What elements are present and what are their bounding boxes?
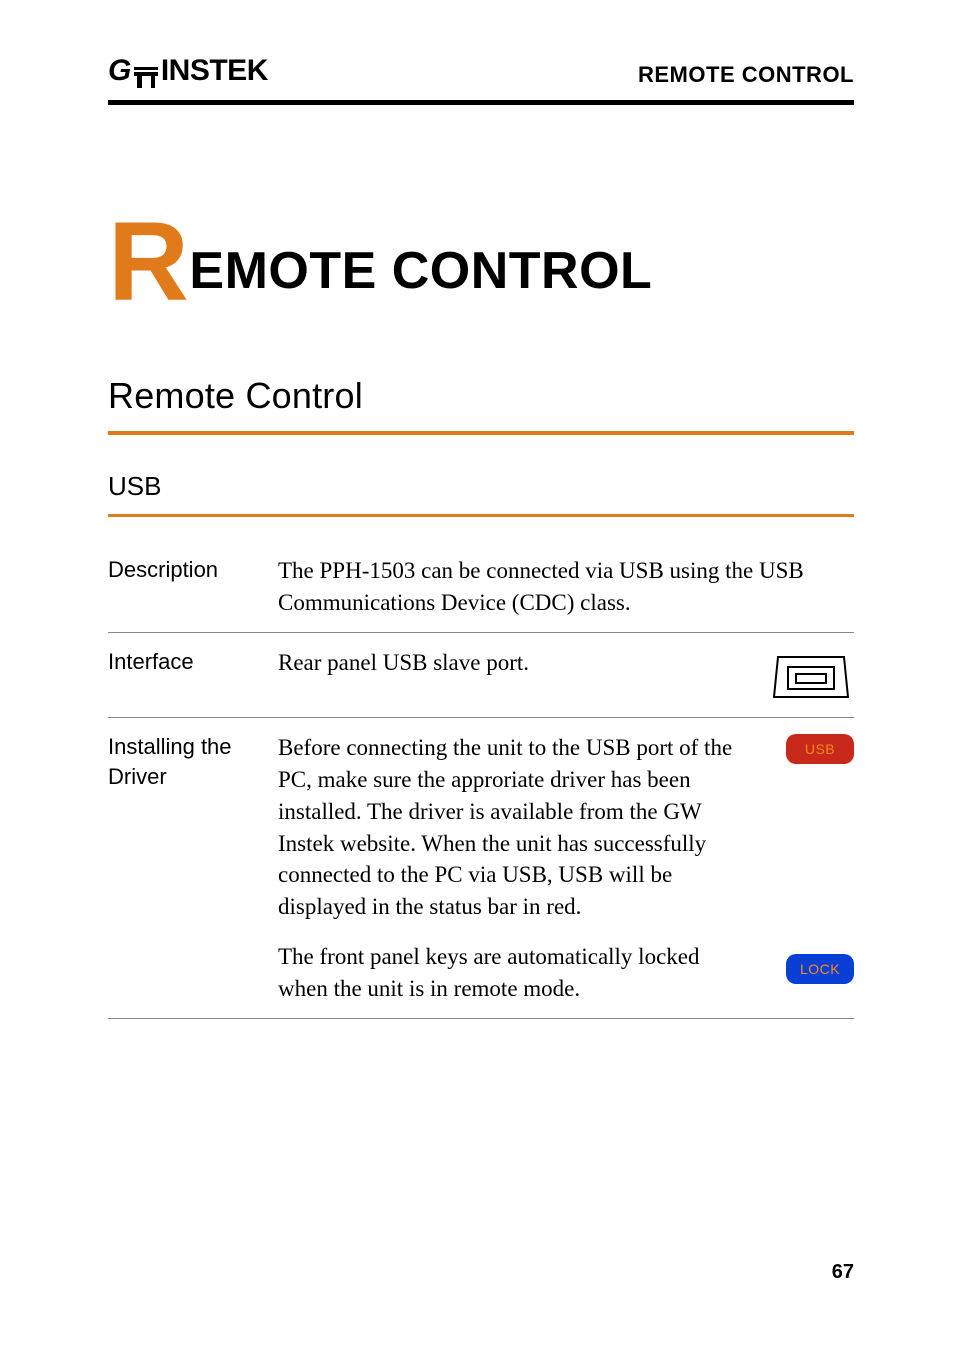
driver-paragraph-2: The front panel keys are automatically l… (278, 941, 754, 1004)
interface-text: Rear panel USB slave port. (278, 647, 529, 679)
page-header: G INSTEK REMOTE CONTROL (108, 54, 854, 94)
row-body-description: The PPH-1503 can be connected via USB us… (278, 555, 854, 618)
driver-paragraph-1: Before connecting the unit to the USB po… (278, 732, 754, 922)
content-table: Description The PPH-1503 can be connecte… (108, 541, 854, 1019)
subsection-rule (108, 514, 854, 517)
table-row: Installing the Driver Before connecting … (108, 718, 854, 1019)
row-body-driver: Before connecting the unit to the USB po… (278, 732, 758, 1004)
description-text: The PPH-1503 can be connected via USB us… (278, 555, 850, 618)
brand-glyph-icon (133, 64, 159, 88)
row-label-driver: Installing the Driver (108, 732, 278, 791)
section-rule (108, 431, 854, 435)
lock-status-badge: LOCK (786, 954, 854, 984)
header-rule (108, 100, 854, 105)
usb-port-icon (772, 647, 850, 703)
page-number: 67 (832, 1261, 854, 1284)
brand-name: INSTEK (161, 54, 268, 88)
chapter-title: REMOTE CONTROL (108, 245, 854, 297)
usb-status-badge: USB (786, 734, 854, 764)
chapter-drop-cap: R (108, 199, 189, 324)
table-row: Description The PPH-1503 can be connecte… (108, 541, 854, 633)
brand-letter-g: G (108, 54, 131, 88)
row-label-interface: Interface (108, 647, 278, 677)
chapter-title-rest: EMOTE CONTROL (189, 242, 652, 300)
header-section-label: REMOTE CONTROL (638, 62, 854, 88)
row-body-interface: Rear panel USB slave port. (278, 647, 854, 703)
row-badges: USB LOCK (758, 732, 854, 984)
table-row: Interface Rear panel USB slave port. (108, 633, 854, 718)
row-label-description: Description (108, 555, 278, 585)
document-page: G INSTEK REMOTE CONTROL REMOTE CONTROL R… (0, 0, 954, 1354)
subsection-heading: USB (108, 471, 854, 502)
brand-logo: G INSTEK (108, 54, 268, 88)
section-heading: Remote Control (108, 375, 854, 417)
